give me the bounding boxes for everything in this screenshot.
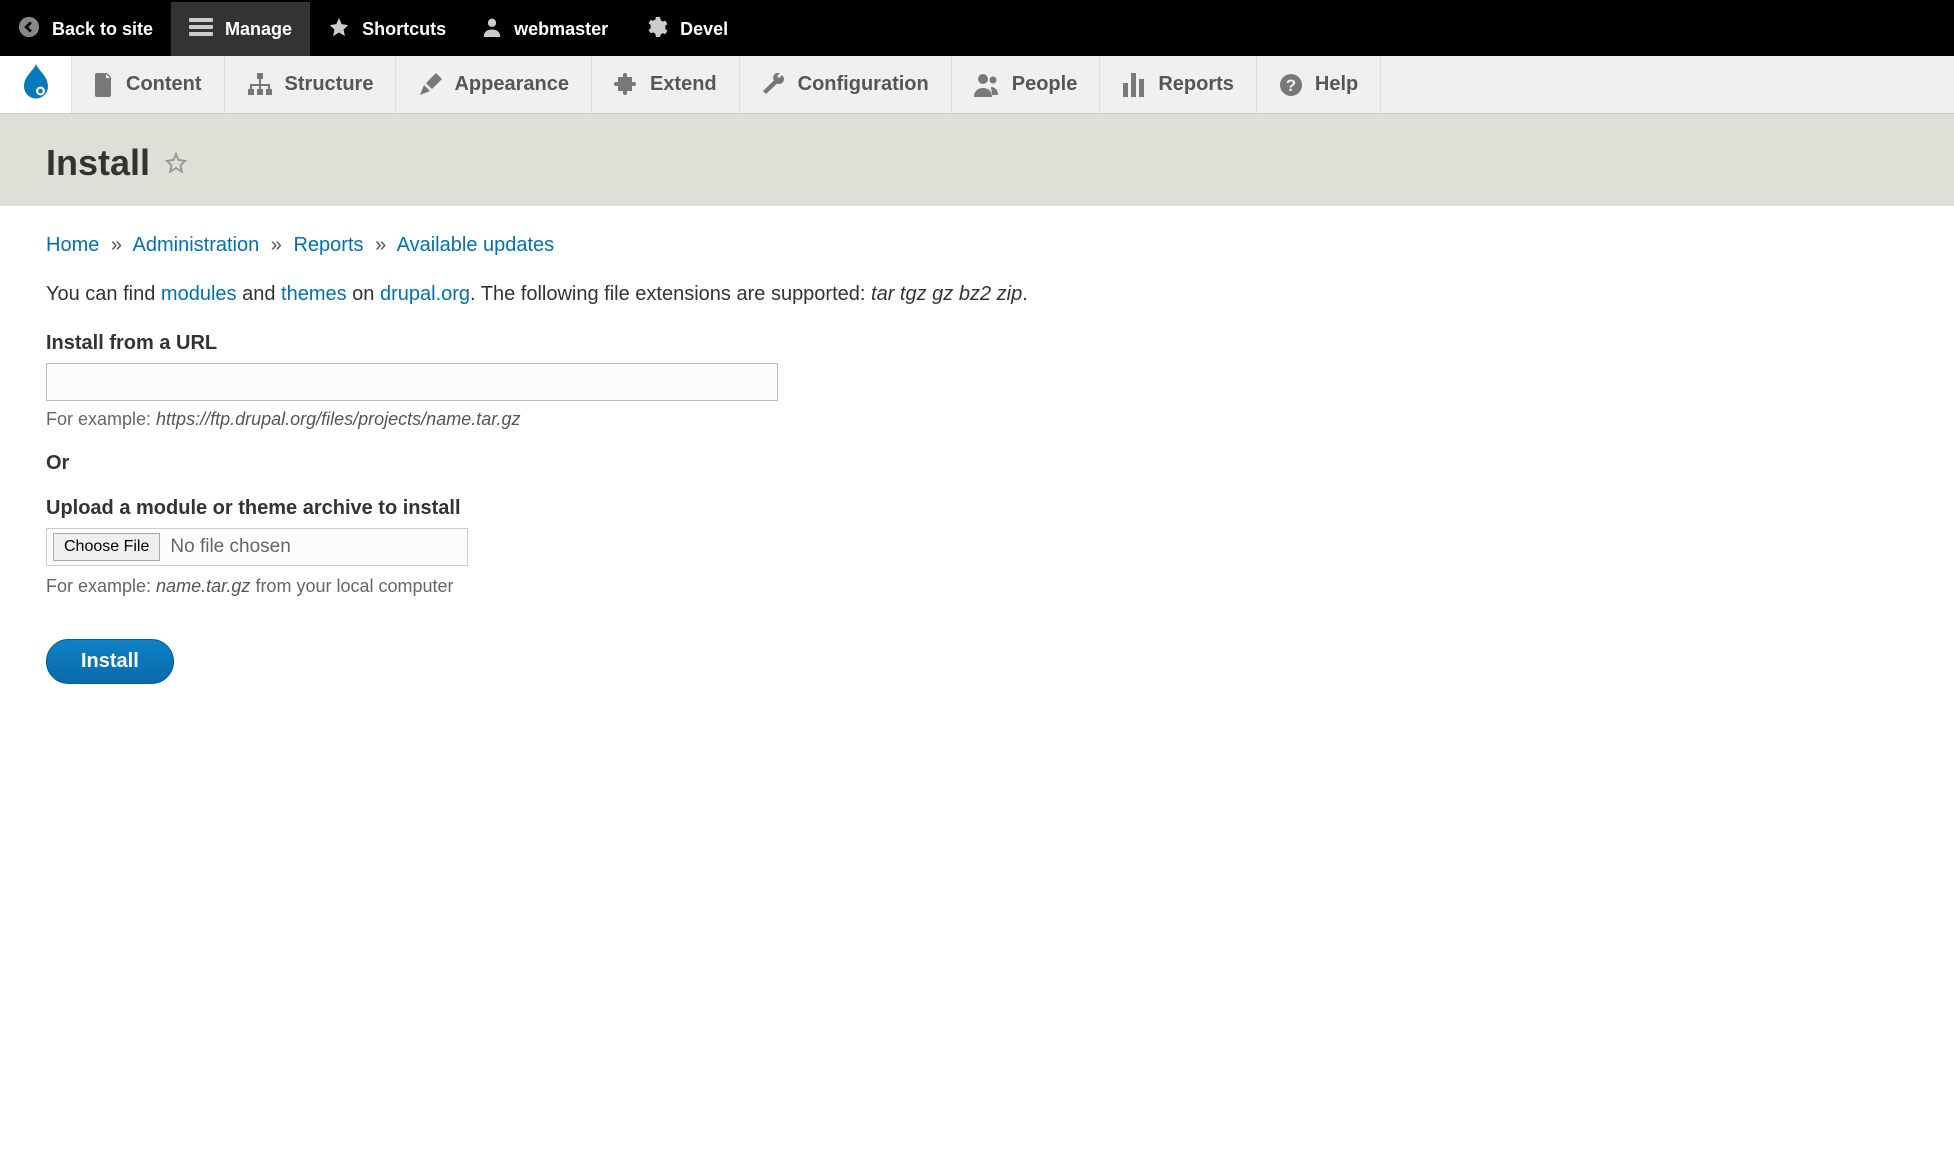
- breadcrumb-sep: »: [375, 234, 386, 256]
- back-icon: [18, 16, 40, 43]
- star-icon: [328, 16, 350, 43]
- hamburger-icon: [189, 17, 213, 42]
- url-label: Install from a URL: [46, 332, 1908, 355]
- page-title-area: Install: [0, 114, 1954, 206]
- gear-icon: [644, 15, 668, 44]
- shortcuts-link[interactable]: Shortcuts: [310, 2, 464, 56]
- modules-link[interactable]: modules: [161, 283, 237, 305]
- breadcrumb: Home » Administration » Reports » Availa…: [46, 234, 1908, 257]
- nav-appearance[interactable]: Appearance: [396, 56, 592, 113]
- breadcrumb-reports[interactable]: Reports: [293, 234, 363, 256]
- nav-appearance-label: Appearance: [454, 73, 569, 96]
- file-status: No file chosen: [170, 536, 290, 558]
- user-icon: [482, 16, 502, 43]
- user-link[interactable]: webmaster: [464, 2, 626, 56]
- breadcrumb-sep: »: [111, 234, 122, 256]
- back-to-site-link[interactable]: Back to site: [0, 2, 171, 56]
- page-title: Install: [46, 142, 1908, 184]
- file-input[interactable]: Choose File No file chosen: [46, 528, 468, 566]
- choose-file-button[interactable]: Choose File: [53, 533, 160, 561]
- nav-content[interactable]: Content: [72, 56, 225, 113]
- extend-icon: [614, 73, 638, 97]
- nav-extend[interactable]: Extend: [592, 56, 740, 113]
- drupal-org-link[interactable]: drupal.org: [380, 283, 470, 305]
- configuration-icon: [762, 73, 786, 97]
- svg-text:?: ?: [1286, 76, 1296, 95]
- manage-toggle[interactable]: Manage: [171, 2, 310, 56]
- shortcuts-label: Shortcuts: [362, 19, 446, 40]
- or-text: Or: [46, 452, 1908, 475]
- nav-content-label: Content: [126, 73, 202, 96]
- devel-label: Devel: [680, 19, 728, 40]
- install-url-input[interactable]: [46, 363, 778, 401]
- user-label: webmaster: [514, 19, 608, 40]
- nav-help-label: Help: [1315, 73, 1358, 96]
- nav-reports-label: Reports: [1158, 73, 1234, 96]
- breadcrumb-home[interactable]: Home: [46, 234, 99, 256]
- manage-menu: Content Structure Appearance Extend Conf…: [0, 56, 1954, 114]
- install-button[interactable]: Install: [46, 639, 174, 684]
- structure-icon: [247, 73, 273, 97]
- content-icon: [94, 73, 114, 97]
- nav-configuration[interactable]: Configuration: [740, 56, 952, 113]
- content-area: Home » Administration » Reports » Availa…: [0, 206, 1954, 712]
- nav-people[interactable]: People: [952, 56, 1101, 113]
- back-label: Back to site: [52, 19, 153, 40]
- upload-hint: For example: name.tar.gz from your local…: [46, 576, 1908, 597]
- breadcrumb-sep: »: [271, 234, 282, 256]
- breadcrumb-available-updates[interactable]: Available updates: [397, 234, 555, 256]
- favorite-star-icon[interactable]: [164, 142, 188, 184]
- manage-label: Manage: [225, 19, 292, 40]
- nav-reports[interactable]: Reports: [1100, 56, 1257, 113]
- devel-link[interactable]: Devel: [626, 2, 746, 56]
- extensions-text: tar tgz gz bz2 zip: [871, 283, 1022, 305]
- people-icon: [974, 73, 1000, 97]
- themes-link[interactable]: themes: [281, 283, 347, 305]
- admin-toolbar: Back to site Manage Shortcuts webmaster …: [0, 0, 1954, 56]
- nav-help[interactable]: ? Help: [1257, 56, 1381, 113]
- intro-text: You can find modules and themes on drupa…: [46, 283, 1908, 306]
- upload-label: Upload a module or theme archive to inst…: [46, 497, 1908, 520]
- nav-structure-label: Structure: [285, 73, 374, 96]
- nav-people-label: People: [1012, 73, 1078, 96]
- nav-configuration-label: Configuration: [798, 73, 929, 96]
- nav-structure[interactable]: Structure: [225, 56, 397, 113]
- help-icon: ?: [1279, 73, 1303, 97]
- appearance-icon: [418, 73, 442, 97]
- breadcrumb-administration[interactable]: Administration: [133, 234, 260, 256]
- page-title-text: Install: [46, 142, 150, 184]
- url-hint: For example: https://ftp.drupal.org/file…: [46, 409, 1908, 430]
- drupal-logo[interactable]: [0, 56, 72, 113]
- nav-extend-label: Extend: [650, 73, 717, 96]
- reports-icon: [1122, 73, 1146, 97]
